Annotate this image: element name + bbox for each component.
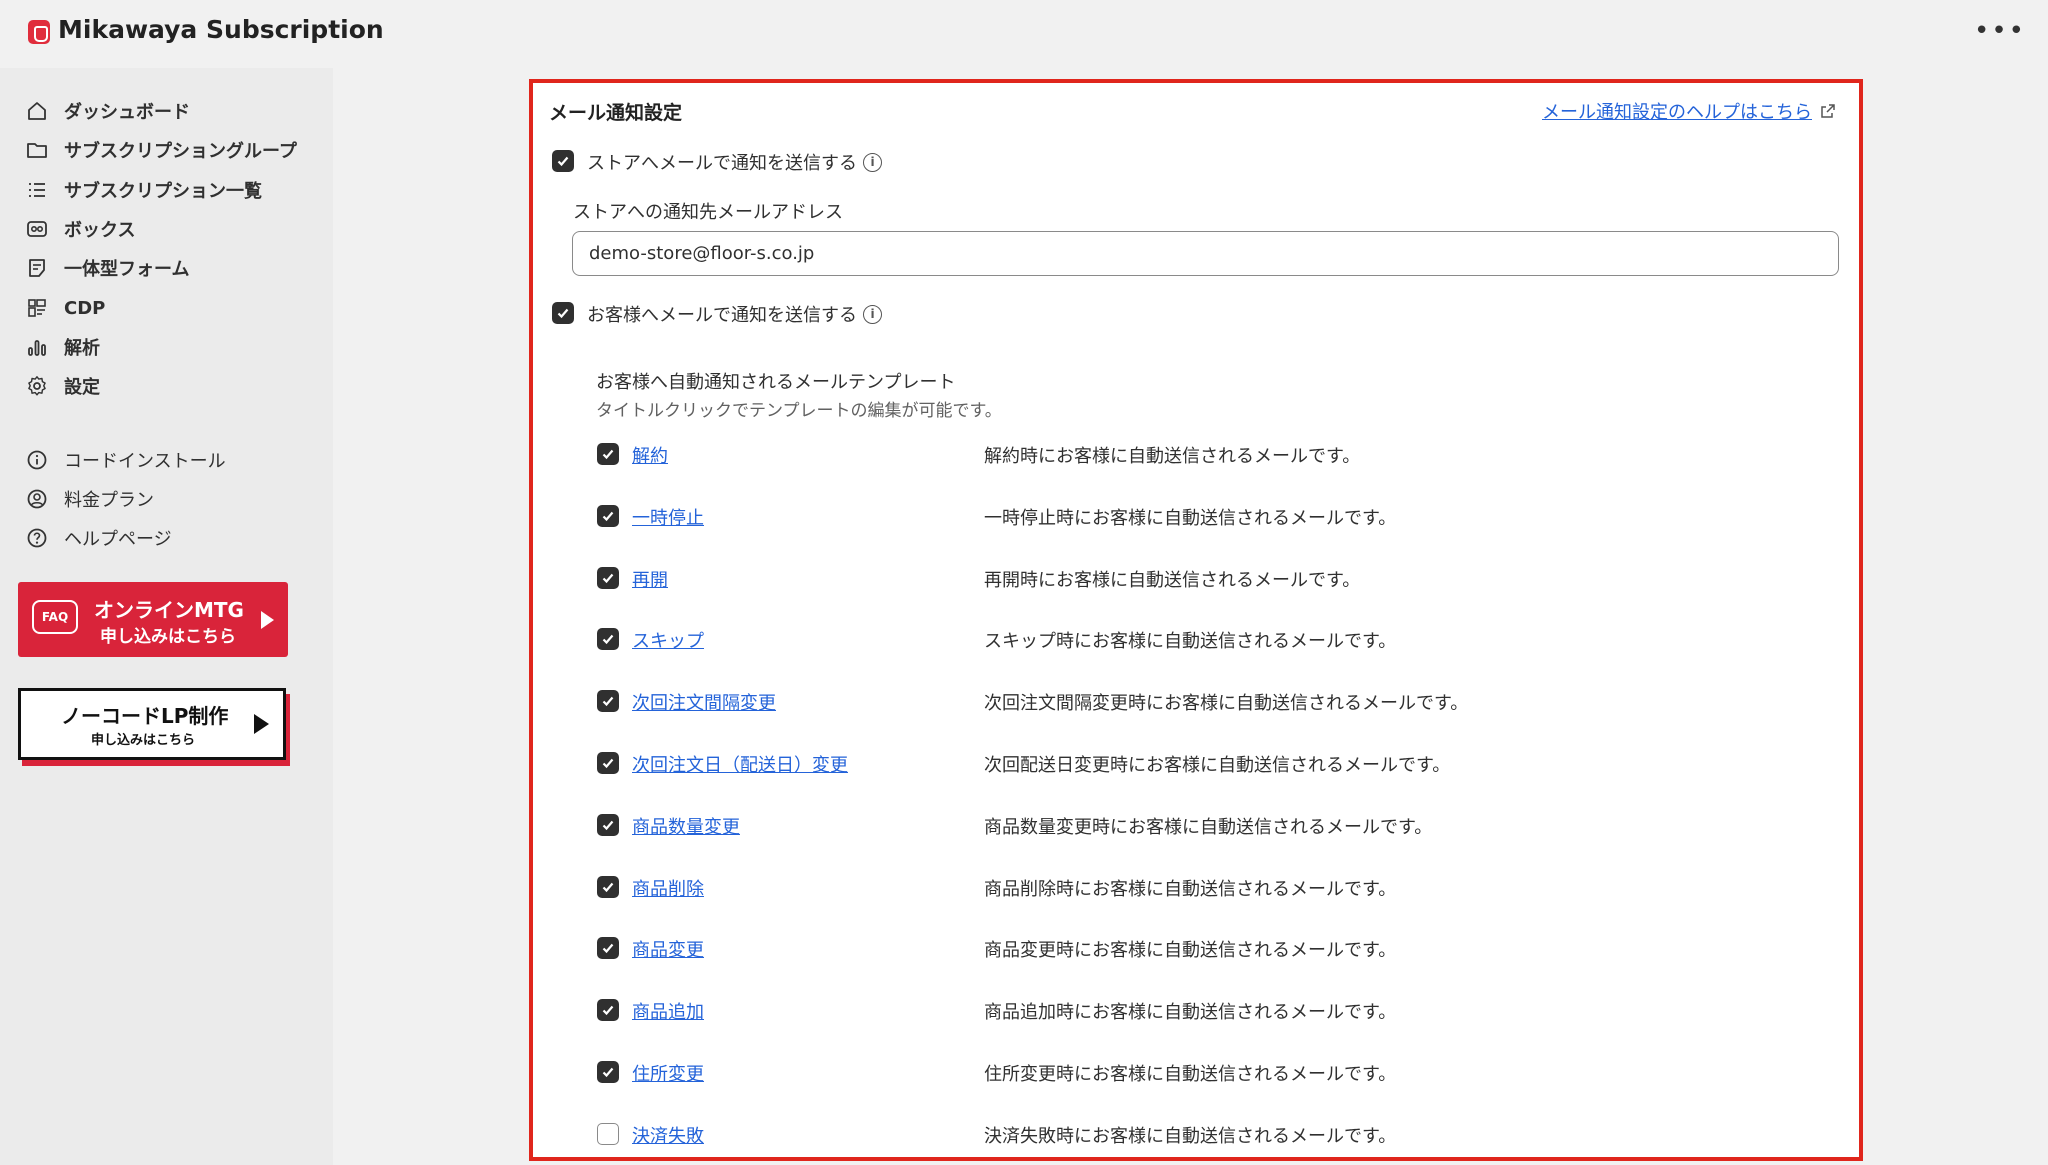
sidebar-item-label: ヘルプページ	[64, 529, 172, 550]
template-description: 商品追加時にお客様に自動送信されるメールです。	[984, 1002, 1397, 1023]
template-description: 次回注文間隔変更時にお客様に自動送信されるメールです。	[984, 693, 1469, 714]
sidebar-item-analytics[interactable]: 解析	[26, 331, 100, 363]
template-checkbox[interactable]	[597, 999, 619, 1021]
store-notify-label: ストアへメールで通知を送信する	[587, 153, 857, 174]
template-title-link[interactable]: 住所変更	[632, 1060, 704, 1086]
template-checkbox[interactable]	[597, 814, 619, 836]
person-icon	[26, 488, 48, 510]
banner-title: ノーコードLP制作	[61, 704, 229, 728]
help-link-label: メール通知設定のヘルプはこちら	[1542, 102, 1812, 123]
info-icon[interactable]: i	[863, 304, 882, 324]
faq-badge-icon: FAQ	[32, 600, 78, 634]
template-checkbox[interactable]	[597, 505, 619, 527]
template-description: 商品変更時にお客様に自動送信されるメールです。	[984, 940, 1397, 961]
play-arrow-icon	[254, 714, 269, 734]
top-bar: Mikawaya Subscription •••	[0, 0, 2048, 66]
sidebar-item-label: サブスクリプショングループ	[64, 141, 297, 162]
analytics-icon	[26, 336, 48, 358]
help-link[interactable]: メール通知設定のヘルプはこちら	[1542, 98, 1836, 124]
sidebar-item-dashboard[interactable]: ダッシュボード	[26, 95, 190, 127]
form-icon	[26, 257, 48, 279]
template-checkbox[interactable]	[597, 752, 619, 774]
list-icon	[26, 179, 48, 201]
template-title-link[interactable]: 商品変更	[632, 936, 704, 962]
gear-icon	[26, 375, 48, 397]
template-checkbox[interactable]	[597, 443, 619, 465]
store-email-label: ストアへの通知先メールアドレス	[573, 202, 843, 223]
external-link-icon	[1820, 103, 1836, 119]
sidebar-item-label: 一体型フォーム	[64, 259, 190, 280]
sidebar-item-label: コードインストール	[64, 451, 226, 472]
sidebar-item-label: ボックス	[64, 220, 136, 241]
store-notify-checkbox[interactable]	[552, 150, 574, 172]
sidebar-item-box[interactable]: ボックス	[26, 213, 135, 245]
template-checkbox[interactable]	[597, 628, 619, 650]
sidebar-item-form[interactable]: 一体型フォーム	[26, 252, 189, 284]
sidebar-item-label: 設定	[64, 377, 100, 398]
template-title-link[interactable]: 決済失敗	[632, 1122, 704, 1148]
template-title-link[interactable]: 再開	[632, 566, 668, 592]
online-mtg-banner[interactable]: FAQ オンラインMTG 申し込みはこちら	[18, 582, 288, 657]
template-checkbox[interactable]	[597, 690, 619, 712]
sidebar-item-settings[interactable]: 設定	[26, 370, 100, 402]
banner-subtitle: 申し込みはこちら	[91, 733, 196, 748]
templates-heading: お客様へ自動通知されるメールテンプレート	[596, 372, 956, 393]
template-description: 次回配送日変更時にお客様に自動送信されるメールです。	[984, 755, 1451, 776]
sidebar-item-cdp[interactable]: CDP	[26, 292, 105, 324]
template-checkbox[interactable]	[597, 876, 619, 898]
template-title-link[interactable]: 商品数量変更	[632, 813, 740, 839]
template-checkbox[interactable]	[597, 567, 619, 589]
sidebar-item-label: 料金プラン	[64, 490, 154, 511]
template-title-link[interactable]: 解約	[632, 442, 668, 468]
nocode-lp-banner[interactable]: ノーコードLP制作 申し込みはこちら	[18, 688, 286, 760]
customer-notify-row: お客様へメールで通知を送信する i	[587, 301, 882, 327]
template-title-link[interactable]: 一時停止	[632, 504, 704, 530]
app-logo-icon	[28, 20, 50, 44]
template-description: スキップ時にお客様に自動送信されるメールです。	[984, 631, 1397, 652]
template-title-link[interactable]: 商品削除	[632, 875, 704, 901]
home-icon	[26, 100, 48, 122]
store-notify-row: ストアへメールで通知を送信する i	[587, 149, 882, 175]
template-description: 再開時にお客様に自動送信されるメールです。	[984, 570, 1361, 591]
template-description: 商品数量変更時にお客様に自動送信されるメールです。	[984, 817, 1433, 838]
template-title-link[interactable]: 商品追加	[632, 998, 704, 1024]
sidebar-item-code-install[interactable]: コードインストール	[26, 444, 226, 476]
template-checkbox[interactable]	[597, 1061, 619, 1083]
store-email-field[interactable]	[572, 231, 1839, 276]
sidebar-item-label: サブスクリプション一覧	[64, 181, 262, 202]
template-description: 一時停止時にお客様に自動送信されるメールです。	[984, 508, 1397, 529]
help-icon	[26, 527, 48, 549]
customer-notify-label: お客様へメールで通知を送信する	[587, 305, 857, 326]
banner-subtitle: 申し込みはこちら	[100, 627, 236, 647]
sidebar-item-subscription-list[interactable]: サブスクリプション一覧	[26, 174, 262, 206]
sidebar-item-pricing[interactable]: 料金プラン	[26, 483, 154, 515]
cdp-icon	[26, 297, 48, 319]
sidebar-item-subscription-groups[interactable]: サブスクリプショングループ	[26, 134, 297, 166]
app-title: Mikawaya Subscription	[58, 15, 384, 44]
template-description: 決済失敗時にお客様に自動送信されるメールです。	[984, 1126, 1397, 1147]
more-actions-button[interactable]: •••	[1974, 16, 2026, 46]
template-description: 商品削除時にお客様に自動送信されるメールです。	[984, 879, 1397, 900]
info-icon[interactable]: i	[863, 152, 882, 172]
banner-title: オンラインMTG	[94, 598, 244, 622]
template-checkbox[interactable]	[597, 937, 619, 959]
info-icon	[26, 449, 48, 471]
card-title: メール通知設定	[549, 102, 683, 124]
template-title-link[interactable]: 次回注文日（配送日）変更	[632, 751, 848, 777]
template-title-link[interactable]: スキップ	[632, 627, 704, 653]
customer-notify-checkbox[interactable]	[552, 302, 574, 324]
template-checkbox[interactable]	[597, 1123, 619, 1145]
box-icon	[26, 218, 48, 240]
sidebar-item-label: CDP	[64, 297, 106, 319]
sidebar-item-label: ダッシュボード	[64, 102, 190, 123]
sidebar-item-help[interactable]: ヘルプページ	[26, 522, 172, 554]
play-arrow-icon	[261, 611, 274, 629]
template-description: 住所変更時にお客様に自動送信されるメールです。	[984, 1064, 1397, 1085]
template-description: 解約時にお客様に自動送信されるメールです。	[984, 446, 1361, 467]
folder-icon	[26, 139, 48, 161]
templates-subheading: タイトルクリックでテンプレートの編集が可能です。	[596, 401, 1002, 421]
template-title-link[interactable]: 次回注文間隔変更	[632, 689, 776, 715]
sidebar-item-label: 解析	[64, 338, 100, 359]
